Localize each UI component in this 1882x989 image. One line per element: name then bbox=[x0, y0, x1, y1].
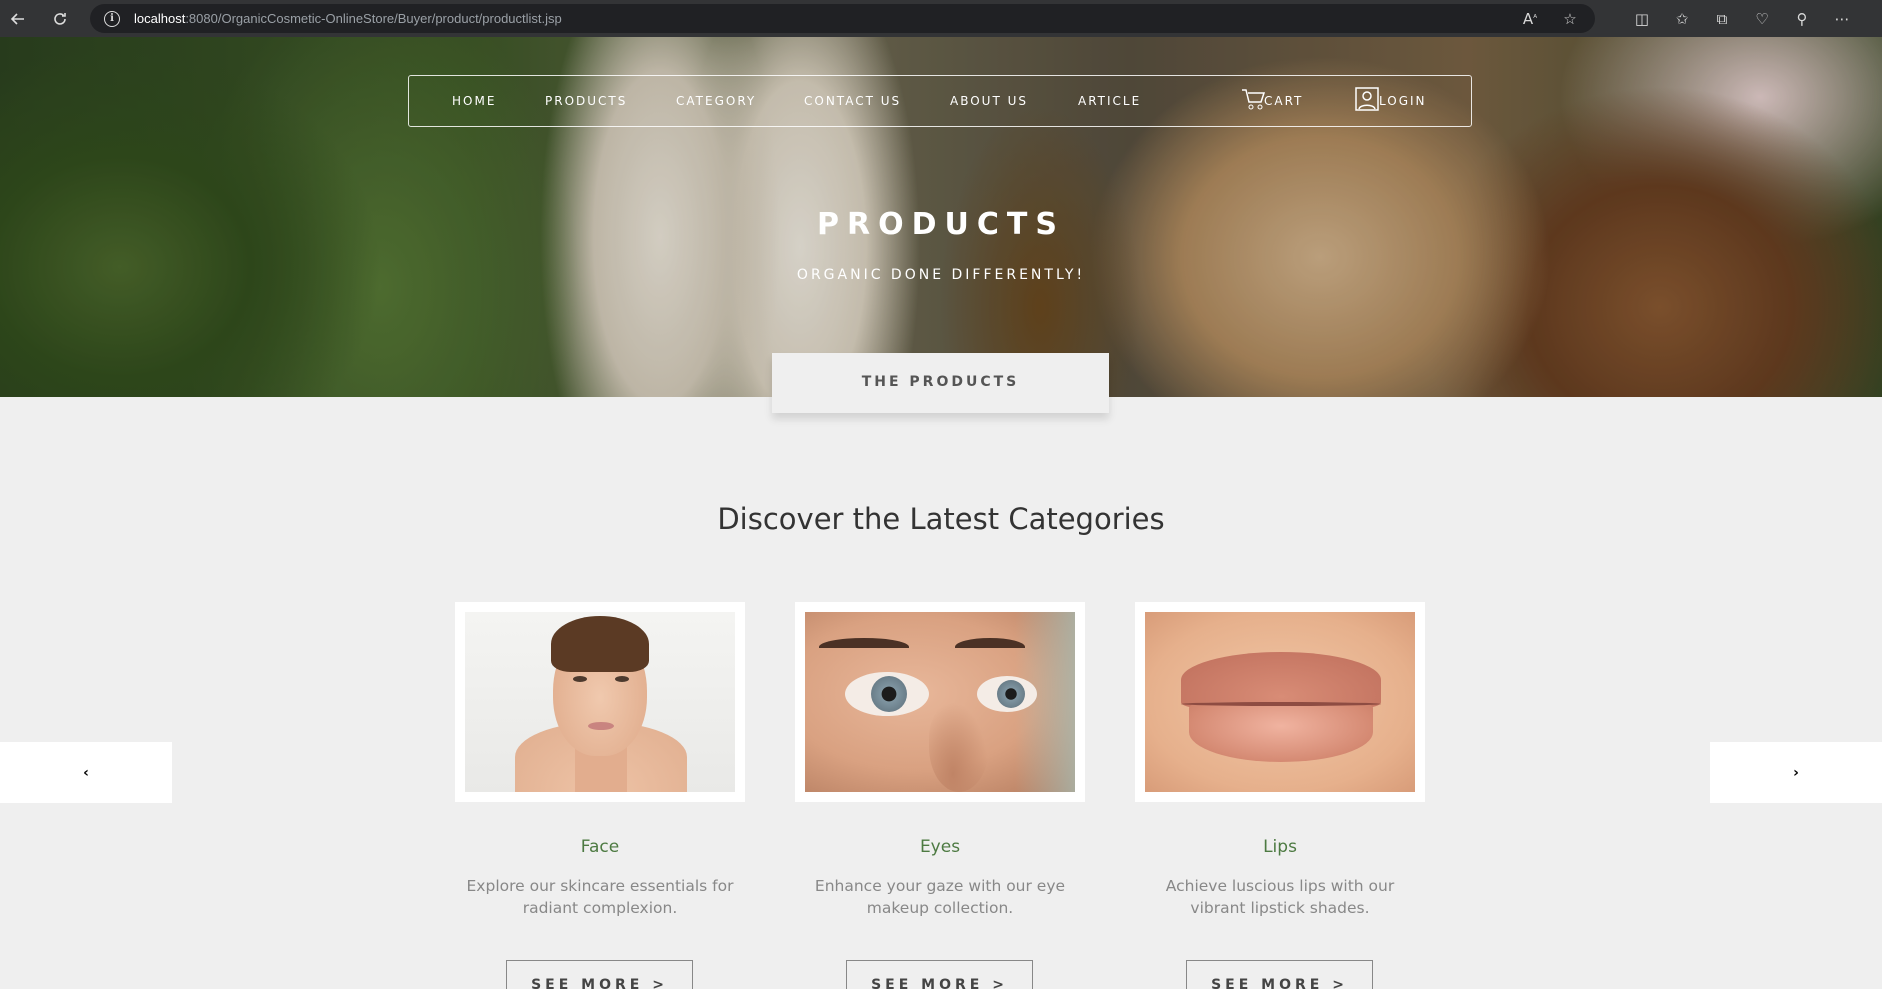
lips-image[interactable] bbox=[1145, 612, 1415, 792]
browser-essentials-icon[interactable]: ♡ bbox=[1742, 4, 1782, 33]
card-description: Explore our skincare essentials for radi… bbox=[466, 877, 734, 917]
card-image-frame[interactable] bbox=[455, 602, 745, 802]
see-more-button[interactable]: SEE MORE > bbox=[846, 960, 1033, 989]
refresh-icon[interactable] bbox=[42, 0, 78, 37]
extensions-icon[interactable]: ⚲ bbox=[1782, 4, 1822, 33]
card-title[interactable]: Lips bbox=[1135, 837, 1425, 857]
nav-home[interactable]: HOME bbox=[452, 94, 496, 108]
nav-category[interactable]: CATEGORY bbox=[676, 94, 756, 108]
favorites-icon[interactable]: ✩ bbox=[1662, 4, 1702, 33]
see-more-button[interactable]: SEE MORE > bbox=[506, 960, 693, 989]
chevron-left-icon: ‹ bbox=[83, 764, 89, 781]
card-title[interactable]: Face bbox=[455, 837, 745, 857]
url-text[interactable]: localhost:8080/OrganicCosmetic-OnlineSto… bbox=[134, 11, 562, 26]
more-menu-icon[interactable]: ⋯ bbox=[1822, 4, 1862, 33]
nav-contact-us[interactable]: CONTACT US bbox=[804, 94, 901, 108]
products-tab-label: THE PRODUCTS bbox=[861, 374, 1020, 390]
nav-cart[interactable]: CART bbox=[1264, 94, 1303, 108]
user-icon[interactable] bbox=[1355, 86, 1379, 112]
nav-login[interactable]: LOGIN bbox=[1379, 94, 1427, 108]
main-nav: HOME PRODUCTS CATEGORY CONTACT US ABOUT … bbox=[408, 75, 1472, 127]
address-bar[interactable]: i localhost:8080/OrganicCosmetic-OnlineS… bbox=[90, 4, 1595, 33]
nav-products[interactable]: PRODUCTS bbox=[545, 94, 627, 108]
category-card-face: Face Explore our skincare essentials for… bbox=[455, 602, 745, 989]
section-title: Discover the Latest Categories bbox=[717, 502, 1165, 536]
hero-subtitle: ORGANIC DONE DIFFERENTLY! bbox=[796, 267, 1086, 283]
back-icon[interactable] bbox=[0, 0, 36, 37]
collections-icon[interactable]: ⧉ bbox=[1702, 4, 1742, 33]
favorite-star-icon[interactable]: ☆ bbox=[1550, 4, 1590, 33]
hero-title: PRODUCTS bbox=[817, 207, 1065, 242]
card-image-frame[interactable] bbox=[1135, 602, 1425, 802]
nav-article[interactable]: ARTICLE bbox=[1078, 94, 1141, 108]
category-card-eyes: Eyes Enhance your gaze with our eye make… bbox=[795, 602, 1085, 989]
split-screen-icon[interactable]: ◫ bbox=[1622, 4, 1662, 33]
cart-icon[interactable] bbox=[1241, 86, 1266, 112]
read-aloud-icon[interactable]: Aᴬ bbox=[1510, 4, 1550, 33]
category-card-lips: Lips Achieve luscious lips with our vibr… bbox=[1135, 602, 1425, 989]
carousel-prev-button[interactable]: ‹ bbox=[0, 742, 172, 803]
carousel-next-button[interactable]: › bbox=[1710, 742, 1882, 803]
browser-toolbar: i localhost:8080/OrganicCosmetic-OnlineS… bbox=[0, 0, 1882, 37]
face-image[interactable] bbox=[465, 612, 735, 792]
card-description: Achieve luscious lips with our vibrant l… bbox=[1165, 877, 1395, 917]
site-info-icon[interactable]: i bbox=[104, 10, 120, 27]
see-more-button[interactable]: SEE MORE > bbox=[1186, 960, 1373, 989]
card-image-frame[interactable] bbox=[795, 602, 1085, 802]
card-title[interactable]: Eyes bbox=[795, 837, 1085, 857]
nav-about-us[interactable]: ABOUT US bbox=[950, 94, 1028, 108]
eyes-image[interactable] bbox=[805, 612, 1075, 792]
products-tab: THE PRODUCTS bbox=[772, 353, 1109, 413]
chevron-right-icon: › bbox=[1793, 764, 1799, 781]
card-description: Enhance your gaze with our eye makeup co… bbox=[814, 877, 1066, 917]
